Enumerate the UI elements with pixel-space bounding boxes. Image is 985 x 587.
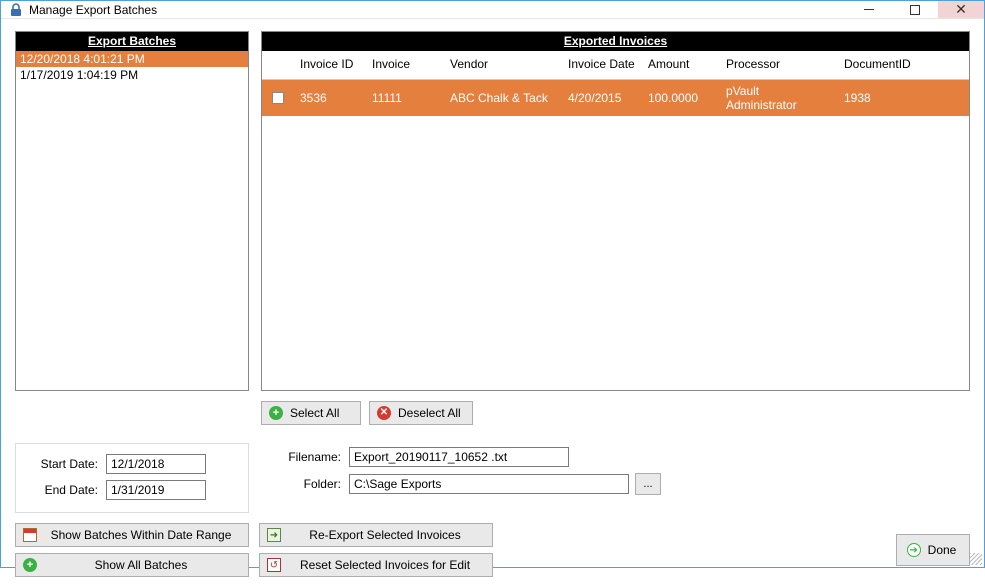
column-amount[interactable]: Amount: [642, 51, 720, 79]
plus-circle-icon: +: [22, 557, 38, 573]
calendar-icon: [22, 527, 38, 543]
batch-row[interactable]: 1/17/2019 1:04:19 PM: [16, 67, 248, 83]
reexport-label: Re-Export Selected Invoices: [288, 528, 482, 542]
start-date-field[interactable]: [106, 454, 206, 474]
plus-circle-icon: +: [268, 405, 284, 421]
resize-grip[interactable]: [970, 553, 982, 565]
column-invoice-id[interactable]: Invoice ID: [294, 51, 366, 79]
minimize-button[interactable]: [846, 1, 892, 18]
export-file-group: Filename: Folder: ...: [269, 443, 970, 513]
cell-invoice-id: 3536: [294, 87, 366, 109]
maximize-button[interactable]: [892, 1, 938, 18]
done-button[interactable]: ➔ Done: [896, 534, 970, 566]
column-document-id[interactable]: DocumentID: [838, 51, 969, 79]
batch-list[interactable]: 12/20/2018 4:01:21 PM 1/17/2019 1:04:19 …: [16, 51, 248, 390]
invoice-grid-body: 3536 11111 ABC Chalk & Tack 4/20/2015 10…: [262, 80, 969, 390]
window-controls: ✕: [846, 1, 984, 18]
cell-invoice: 11111: [366, 87, 444, 109]
cell-processor: pVault Administrator: [720, 80, 838, 116]
date-range-group: Start Date: End Date:: [15, 443, 249, 513]
titlebar: Manage Export Batches ✕: [1, 1, 984, 19]
cell-amount: 100.0000: [642, 87, 720, 109]
cell-document-id: 1938: [838, 87, 969, 109]
lock-icon: [9, 3, 23, 17]
folder-field[interactable]: [349, 474, 629, 494]
cell-invoice-date: 4/20/2015: [562, 87, 642, 109]
export-arrow-icon: ➜: [266, 527, 282, 543]
close-button[interactable]: ✕: [938, 1, 984, 18]
column-invoice-date[interactable]: Invoice Date: [562, 51, 642, 79]
invoice-checkbox[interactable]: [262, 88, 294, 108]
reset-icon: ↺: [266, 557, 282, 573]
deselect-all-label: Deselect All: [398, 406, 461, 420]
end-date-field[interactable]: [106, 480, 206, 500]
reset-invoices-label: Reset Selected Invoices for Edit: [288, 558, 482, 572]
show-all-batches-button[interactable]: + Show All Batches: [15, 553, 249, 577]
cell-vendor: ABC Chalk & Tack: [444, 87, 562, 109]
show-batches-range-label: Show Batches Within Date Range: [44, 528, 238, 542]
done-label: Done: [928, 543, 957, 557]
end-date-label: End Date:: [26, 483, 106, 497]
export-batches-panel: Export Batches 12/20/2018 4:01:21 PM 1/1…: [15, 31, 249, 391]
invoice-grid-header: Invoice ID Invoice Vendor Invoice Date A…: [262, 51, 969, 80]
select-all-label: Select All: [290, 406, 339, 420]
reset-invoices-button[interactable]: ↺ Reset Selected Invoices for Edit: [259, 553, 493, 577]
start-date-label: Start Date:: [26, 457, 106, 471]
select-all-button[interactable]: + Select All: [261, 401, 361, 425]
window: Manage Export Batches ✕ Export Batches 1…: [0, 0, 985, 568]
show-all-batches-label: Show All Batches: [44, 558, 238, 572]
column-vendor[interactable]: Vendor: [444, 51, 562, 79]
export-batches-header: Export Batches: [16, 32, 248, 51]
exported-invoices-header: Exported Invoices: [262, 32, 969, 51]
window-title: Manage Export Batches: [29, 3, 157, 17]
x-circle-icon: ✕: [376, 405, 392, 421]
batch-row[interactable]: 12/20/2018 4:01:21 PM: [16, 51, 248, 67]
show-batches-range-button[interactable]: Show Batches Within Date Range: [15, 523, 249, 547]
filename-field[interactable]: [349, 447, 569, 467]
browse-folder-button[interactable]: ...: [635, 473, 661, 495]
check-circle-icon: ➔: [906, 542, 922, 558]
reexport-button[interactable]: ➜ Re-Export Selected Invoices: [259, 523, 493, 547]
column-checkbox[interactable]: [262, 51, 294, 79]
exported-invoices-panel: Exported Invoices Invoice ID Invoice Ven…: [261, 31, 970, 391]
invoice-row[interactable]: 3536 11111 ABC Chalk & Tack 4/20/2015 10…: [262, 80, 969, 116]
filename-label: Filename:: [269, 450, 349, 464]
column-invoice[interactable]: Invoice: [366, 51, 444, 79]
folder-label: Folder:: [269, 477, 349, 491]
deselect-all-button[interactable]: ✕ Deselect All: [369, 401, 473, 425]
column-processor[interactable]: Processor: [720, 51, 838, 79]
